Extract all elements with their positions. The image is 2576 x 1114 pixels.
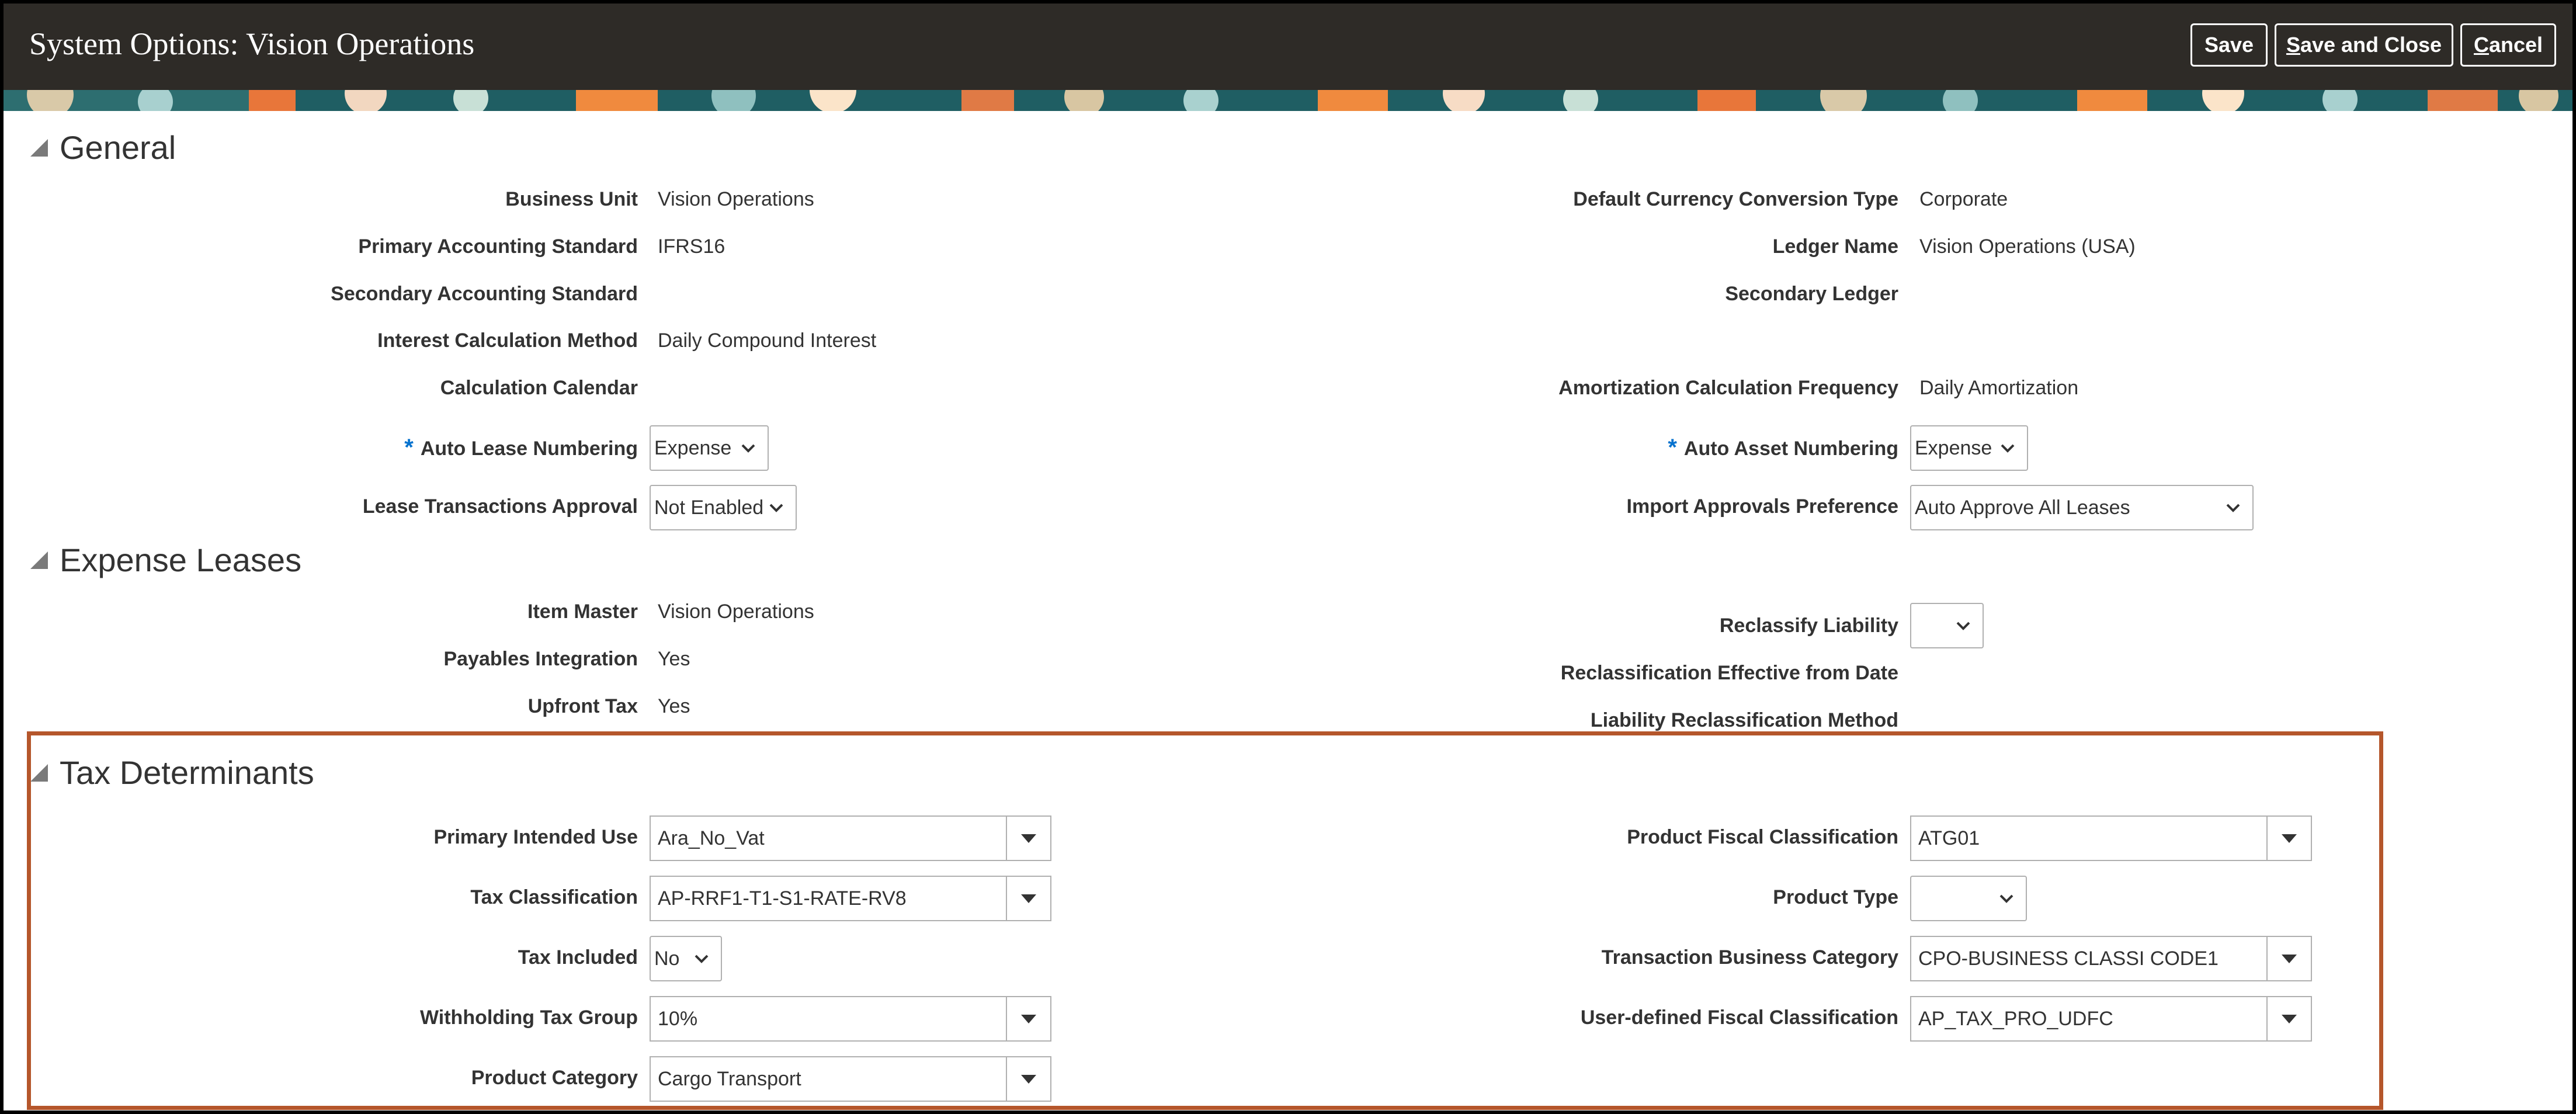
window-frame (0, 0, 2576, 1114)
